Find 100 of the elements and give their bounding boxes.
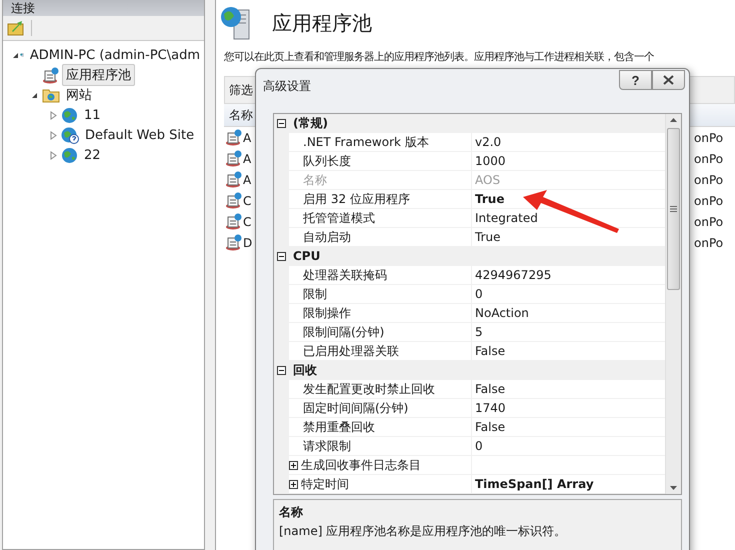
help-button[interactable]: ? <box>619 70 652 90</box>
page-title: 应用程序池 <box>272 10 372 36</box>
property-value[interactable]: True <box>475 230 500 244</box>
property-row[interactable]: 特定时间 TimeSpan[] Array <box>274 475 665 494</box>
tree-item[interactable]: Default Web Site <box>81 126 198 144</box>
tree-item[interactable]: 网站 <box>62 84 96 106</box>
property-row[interactable]: 限制间隔(分钟) 5 <box>274 323 665 342</box>
expand-icon[interactable] <box>289 460 298 470</box>
globe-question-icon <box>61 126 79 144</box>
category-title: (常规) <box>292 114 329 132</box>
expand-icon[interactable] <box>289 480 298 488</box>
property-value[interactable]: False <box>475 382 506 396</box>
filter-label: 筛选 <box>229 82 253 98</box>
property-name[interactable]: 特定时间 <box>301 476 349 492</box>
collapse-icon[interactable] <box>277 252 286 260</box>
property-name[interactable]: .NET Framework 版本 <box>303 134 429 150</box>
app-pool-icon <box>225 171 243 188</box>
table-cell-text: onPo <box>694 194 724 208</box>
property-name[interactable]: 请求限制 <box>303 438 351 454</box>
property-row[interactable]: 队列长度 1000 <box>274 152 665 171</box>
app-pool-icon <box>225 234 243 251</box>
globe-icon <box>61 106 78 124</box>
table-cell-text: onPo <box>694 130 724 144</box>
app-pool-icon <box>225 150 243 167</box>
table-cell: C <box>243 194 252 208</box>
property-value[interactable]: 4294967295 <box>475 268 552 282</box>
column-header[interactable]: 名称 <box>224 106 253 124</box>
category-row[interactable]: CPU <box>274 247 665 266</box>
property-name[interactable]: 自动启动 <box>303 228 351 246</box>
property-value[interactable]: 5 <box>475 325 483 339</box>
close-button[interactable] <box>652 70 685 90</box>
category-title: CPU <box>292 248 322 265</box>
globe-icon <box>61 146 78 164</box>
expander-arrow-icon[interactable] <box>11 50 20 60</box>
app-pool-icon <box>225 192 243 209</box>
property-row[interactable]: 禁用重叠回收 False <box>274 418 665 437</box>
property-name[interactable]: 限制 <box>303 286 327 302</box>
property-value[interactable]: False <box>475 420 506 434</box>
app-pool-icon <box>225 129 243 146</box>
property-value[interactable]: TimeSpan[] Array <box>475 477 594 491</box>
property-name[interactable]: 发生配置更改时禁止回收 <box>303 380 435 398</box>
property-name[interactable]: 限制间隔(分钟) <box>303 324 384 340</box>
property-name[interactable]: 限制操作 <box>303 304 351 322</box>
property-value[interactable]: NoAction <box>475 306 529 320</box>
category-row[interactable]: (常规) <box>274 114 665 133</box>
property-value[interactable]: 1000 <box>475 154 506 168</box>
property-value[interactable]: 0 <box>475 287 483 301</box>
property-value[interactable]: 0 <box>475 439 483 453</box>
property-name[interactable]: 队列长度 <box>303 152 351 170</box>
property-row[interactable]: 已启用处理器关联 False <box>274 342 665 361</box>
property-name[interactable]: 禁用重叠回收 <box>303 418 375 436</box>
description-text: [name] 应用程序池名称是应用程序池的唯一标识符。 <box>279 523 568 540</box>
expander-arrow-icon[interactable] <box>30 90 39 100</box>
dialog-title: 高级设置 <box>263 78 311 95</box>
property-name[interactable]: 处理器关联掩码 <box>303 266 387 284</box>
collapse-icon[interactable] <box>277 366 286 374</box>
tree-item[interactable]: 应用程序池 <box>62 64 135 86</box>
tree-item[interactable]: 22 <box>80 146 105 164</box>
app-pool-icon <box>225 213 243 230</box>
property-row[interactable]: 启用 32 位应用程序 True <box>274 190 665 209</box>
app-pool-icon <box>42 66 60 84</box>
table-cell-text: onPo <box>694 214 724 228</box>
folder-icon <box>42 87 60 103</box>
property-row[interactable]: 固定时间间隔(分钟) 1740 <box>274 399 665 418</box>
table-cell: D <box>243 236 252 250</box>
tree-item[interactable]: ADMIN-PC (admin-PC\adm <box>26 46 204 64</box>
tree-item[interactable]: 11 <box>80 106 105 124</box>
scrollbar[interactable] <box>665 114 681 494</box>
property-value[interactable]: Integrated <box>475 211 538 225</box>
category-title: 回收 <box>292 362 318 378</box>
property-row[interactable]: 发生配置更改时禁止回收 False <box>274 380 665 399</box>
property-row[interactable]: .NET Framework 版本 v2.0 <box>274 133 665 152</box>
property-name[interactable]: 托管管道模式 <box>303 210 375 226</box>
property-row[interactable]: 限制 0 <box>274 285 665 304</box>
property-name[interactable]: 固定时间间隔(分钟) <box>303 400 408 416</box>
description-title: 名称 <box>279 504 304 521</box>
table-cell: A <box>243 172 252 186</box>
property-name[interactable]: 生成回收事件日志条目 <box>301 456 421 474</box>
category-row[interactable]: 回收 <box>274 361 665 380</box>
grip-icon <box>670 206 677 212</box>
table-cell: A <box>243 130 252 144</box>
property-value[interactable]: v2.0 <box>475 135 502 149</box>
collapse-icon[interactable] <box>277 118 286 128</box>
property-row[interactable]: 托管管道模式 Integrated <box>274 209 665 228</box>
property-name[interactable]: 启用 32 位应用程序 <box>303 190 410 208</box>
property-row[interactable]: 限制操作 NoAction <box>274 304 665 323</box>
table-cell-text: onPo <box>694 236 724 250</box>
property-row[interactable]: 处理器关联掩码 4294967295 <box>274 266 665 285</box>
property-value[interactable]: False <box>475 344 506 358</box>
connect-icon[interactable] <box>7 20 25 36</box>
scroll-thumb[interactable] <box>667 128 680 290</box>
property-name[interactable]: 已启用处理器关联 <box>303 342 399 360</box>
property-row[interactable]: 请求限制 0 <box>274 437 665 456</box>
table-cell-text: onPo <box>694 152 724 166</box>
property-row[interactable]: 生成回收事件日志条目 <box>274 456 665 475</box>
property-value[interactable]: True <box>475 192 504 206</box>
property-row[interactable]: 自动启动 True <box>274 228 665 247</box>
page-description: 您可以在此页上查看和管理服务器上的应用程序池列表。应用程序池与工作进程相关联，包含一个 <box>224 50 655 64</box>
property-value[interactable]: 1740 <box>475 401 506 415</box>
table-cell: C <box>243 214 252 228</box>
